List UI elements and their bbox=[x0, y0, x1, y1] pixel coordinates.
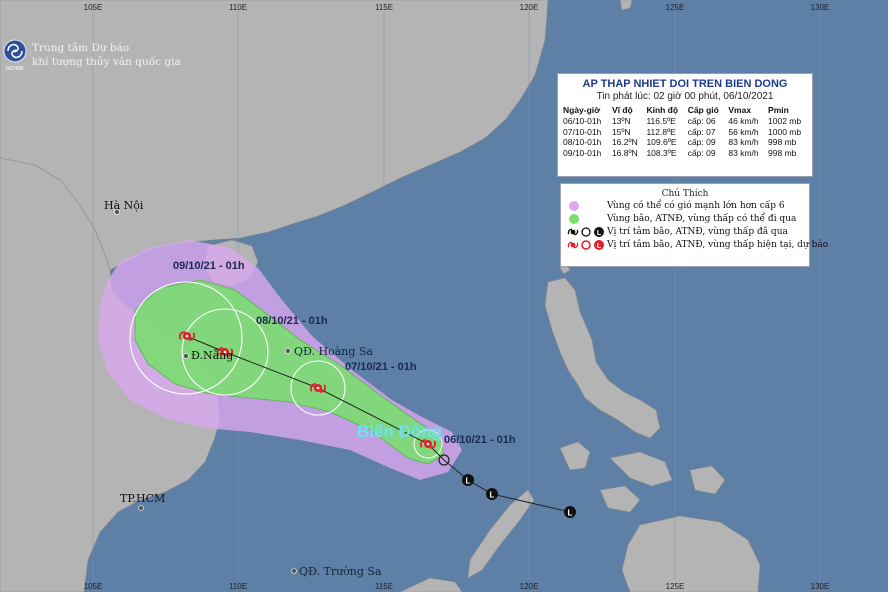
city-dot-danang bbox=[183, 353, 189, 359]
cell-time: 08/10-01h bbox=[563, 137, 602, 147]
cell-pmin: 1002 mb bbox=[768, 116, 802, 126]
col-header-time: Ngày-giờ bbox=[563, 105, 601, 115]
cell-lon: 108.3ºE bbox=[646, 147, 677, 158]
past-low-glyph-1: L bbox=[466, 477, 471, 486]
lon-label-125-top: 125E bbox=[666, 3, 685, 12]
legend-panel: Chú Thích Vùng có thể có gió mạnh lớn hơ… bbox=[560, 183, 828, 267]
agency-name-line-2: khí tượng thủy văn quốc gia bbox=[32, 56, 181, 68]
island-dot-hoangsa bbox=[285, 348, 291, 354]
col-header-lon: Kinh độ bbox=[646, 105, 679, 115]
cell-time: 06/10-01h bbox=[563, 116, 602, 126]
purple-dot-icon bbox=[569, 200, 579, 211]
cell-level: cấp: 09 bbox=[687, 137, 716, 147]
past-low-glyph-3: L bbox=[568, 509, 573, 518]
legend-text-passage: Vùng bão, ATNĐ, vùng thấp có thể đi qua bbox=[607, 213, 797, 224]
lon-label-120-bottom: 120E bbox=[520, 582, 539, 591]
cell-level: cấp: 06 bbox=[687, 116, 716, 126]
legend-current-low-glyph: L bbox=[597, 243, 602, 250]
cell-lat: 15ºN bbox=[611, 126, 631, 137]
col-header-level: Cấp gió bbox=[687, 105, 719, 115]
lon-label-110-bottom: 110E bbox=[229, 582, 247, 591]
bulletin-table: Ngày-giờ Vĩ độ Kinh độ Cấp gió Vmax Pmin… bbox=[561, 104, 809, 158]
legend-item-passage: Vùng bão, ATNĐ, vùng thấp có thể đi qua bbox=[567, 212, 809, 225]
lon-label-130-bottom: 130E bbox=[811, 582, 830, 591]
city-dot-hcm bbox=[138, 505, 144, 511]
table-row: 09/10-01h 16.8ºN 108.3ºE cấp: 09 83 km/h… bbox=[561, 148, 809, 159]
past-position-symbols-icon: L bbox=[567, 226, 604, 237]
col-header-vmax: Vmax bbox=[728, 105, 752, 115]
date-label-08: 08/10/21 - 01h bbox=[256, 315, 328, 327]
cell-vmax: 83 km/h bbox=[728, 147, 759, 158]
date-label-06: 06/10/21 - 01h bbox=[444, 434, 516, 446]
date-label-09: 09/10/21 - 01h bbox=[173, 260, 245, 272]
legend-text-past: Vị trí tâm bão, ATNĐ, vùng thấp đã qua bbox=[607, 226, 788, 237]
legend-past-low-glyph: L bbox=[597, 230, 602, 237]
cell-time: 07/10-01h bbox=[563, 126, 602, 137]
lon-label-120-top: 120E bbox=[520, 3, 539, 12]
label-truongsa: QĐ. Trường Sa bbox=[299, 565, 382, 578]
cell-level: cấp: 07 bbox=[687, 126, 716, 137]
date-label-07: 07/10/21 - 01h bbox=[345, 361, 417, 373]
cell-pmin: 1000 mb bbox=[768, 126, 802, 137]
cell-pmin: 998 mb bbox=[768, 137, 797, 147]
col-header-lat: Vĩ độ bbox=[611, 105, 633, 115]
legend-text-current: Vị trí tâm bão, ATNĐ, vùng thấp hiện tại… bbox=[607, 239, 829, 250]
cell-vmax: 46 km/h bbox=[728, 116, 759, 126]
lon-label-105-top: 105E bbox=[84, 3, 103, 12]
agency-header: NCHMF Trung tâm Dự báo khí tượng thủy vă… bbox=[2, 37, 181, 73]
cell-time: 09/10-01h bbox=[563, 147, 602, 158]
cell-vmax: 83 km/h bbox=[728, 137, 759, 147]
label-hoangsa: QĐ. Hoàng Sa bbox=[294, 345, 373, 358]
cell-level: cấp: 09 bbox=[687, 147, 716, 158]
bulletin-panel: AP THAP NHIET DOI TREN BIEN DONG Tin phá… bbox=[557, 73, 813, 177]
bulletin-subtitle: Tin phát lúc: 02 giờ 00 phút, 06/10/2021 bbox=[596, 91, 774, 102]
green-dot-icon bbox=[569, 213, 579, 224]
label-bien-dong: Biển Đông bbox=[357, 422, 442, 441]
lon-label-115-top: 115E bbox=[375, 3, 393, 12]
legend-text-strong-wind: Vùng có thể có gió mạnh lớn hơn cấp 6 bbox=[607, 200, 785, 211]
legend-item-strong-wind: Vùng có thể có gió mạnh lớn hơn cấp 6 bbox=[567, 199, 809, 212]
cell-lat: 16.8ºN bbox=[611, 147, 638, 158]
agency-name: Trung tâm Dự báo khí tượng thủy văn quốc… bbox=[32, 41, 181, 69]
table-row: 07/10-01h 15ºN 112.8ºE cấp: 07 56 km/h 1… bbox=[561, 127, 809, 138]
lon-label-130-top: 130E bbox=[811, 3, 830, 12]
lon-label-110-top: 110E bbox=[229, 3, 247, 12]
map-stage: 105E 110E 115E 120E 125E 130E 105E 110E … bbox=[0, 0, 888, 592]
lon-label-125-bottom: 125E bbox=[666, 582, 685, 591]
legend-item-current: L Vị trí tâm bão, ATNĐ, vùng thấp hiện t… bbox=[567, 238, 828, 251]
lon-label-115-bottom: 115E bbox=[375, 582, 393, 591]
agency-name-line-1: Trung tâm Dự báo bbox=[32, 42, 130, 54]
current-position-symbols-icon: L bbox=[567, 239, 604, 250]
bulletin-table-header: Ngày-giờ Vĩ độ Kinh độ Cấp gió Vmax Pmin bbox=[561, 104, 809, 116]
col-header-pmin: Pmin bbox=[768, 105, 789, 115]
table-row: 08/10-01h 16.2ºN 109.6ºE cấp: 09 83 km/h… bbox=[561, 137, 809, 148]
cell-pmin: 998 mb bbox=[768, 147, 797, 158]
cell-lon: 109.6ºE bbox=[646, 137, 677, 147]
cell-lon: 116.5ºE bbox=[646, 116, 676, 126]
nchmf-logo-icon: NCHMF bbox=[3, 39, 27, 72]
lon-label-105-bottom: 105E bbox=[84, 582, 103, 591]
legend-title: Chú Thích bbox=[661, 189, 709, 199]
bulletin-title: AP THAP NHIET DOI TREN BIEN DONG bbox=[582, 78, 788, 90]
cell-lon: 112.8ºE bbox=[646, 126, 676, 137]
cell-vmax: 56 km/h bbox=[728, 126, 759, 137]
island-dot-truongsa bbox=[291, 568, 297, 574]
label-hanoi: Hà Nội bbox=[104, 199, 144, 212]
logo-caption: NCHMF bbox=[6, 66, 24, 72]
legend-item-past: L Vị trí tâm bão, ATNĐ, vùng thấp đã qua bbox=[567, 225, 809, 238]
cell-lat: 13ºN bbox=[611, 116, 631, 126]
table-row: 06/10-01h 13ºN 116.5ºE cấp: 06 46 km/h 1… bbox=[561, 116, 809, 127]
label-hcm: TP.HCM bbox=[120, 492, 165, 505]
cell-lat: 16.2ºN bbox=[611, 137, 638, 147]
label-danang: Đ.Nẵng bbox=[191, 349, 233, 362]
past-low-glyph-2: L bbox=[490, 491, 495, 500]
